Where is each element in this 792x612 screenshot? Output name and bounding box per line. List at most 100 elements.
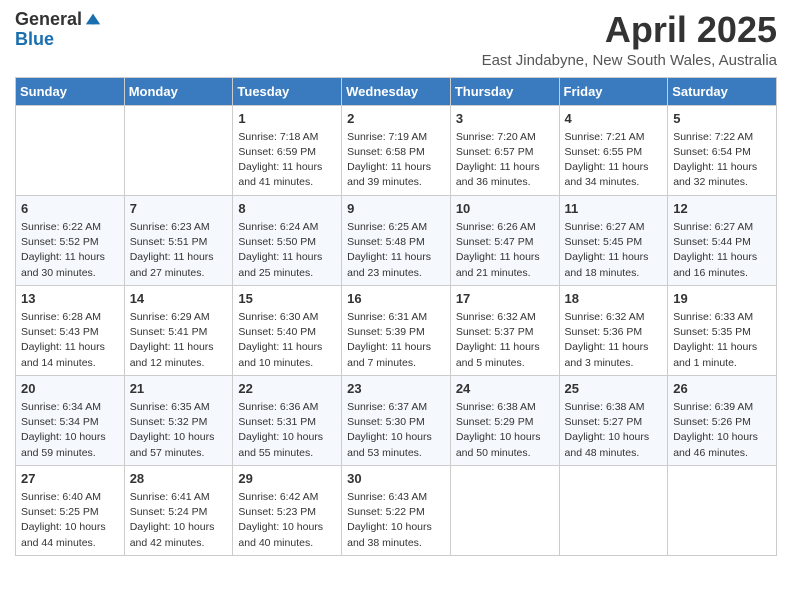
title-block: April 2025 East Jindabyne, New South Wal… <box>482 10 777 69</box>
day-number: 22 <box>238 380 336 398</box>
day-cell: 25 Sunrise: 6:38 AM Sunset: 5:27 PM Dayli… <box>559 375 668 465</box>
day-info: Sunrise: 6:25 AM Sunset: 5:48 PM Dayligh… <box>347 220 445 281</box>
day-cell: 22 Sunrise: 6:36 AM Sunset: 5:31 PM Dayli… <box>233 375 342 465</box>
day-info: Sunrise: 6:31 AM Sunset: 5:39 PM Dayligh… <box>347 310 445 371</box>
day-info: Sunrise: 6:34 AM Sunset: 5:34 PM Dayligh… <box>21 400 119 461</box>
day-number: 9 <box>347 200 445 218</box>
week-row-4: 20 Sunrise: 6:34 AM Sunset: 5:34 PM Dayli… <box>16 375 777 465</box>
day-cell <box>559 465 668 555</box>
day-number: 19 <box>673 290 771 308</box>
day-number: 1 <box>238 110 336 128</box>
day-info: Sunrise: 7:22 AM Sunset: 6:54 PM Dayligh… <box>673 130 771 191</box>
day-number: 5 <box>673 110 771 128</box>
day-number: 15 <box>238 290 336 308</box>
location-title: East Jindabyne, New South Wales, Austral… <box>482 52 777 69</box>
day-info: Sunrise: 6:29 AM Sunset: 5:41 PM Dayligh… <box>130 310 228 371</box>
day-number: 8 <box>238 200 336 218</box>
day-cell <box>668 465 777 555</box>
day-cell: 12 Sunrise: 6:27 AM Sunset: 5:44 PM Dayli… <box>668 195 777 285</box>
day-info: Sunrise: 6:27 AM Sunset: 5:45 PM Dayligh… <box>565 220 663 281</box>
day-cell: 16Sunrise: 6:31 AM Sunset: 5:39 PM Dayli… <box>342 285 451 375</box>
day-number: 13 <box>21 290 119 308</box>
day-cell: 30 Sunrise: 6:43 AM Sunset: 5:22 PM Dayli… <box>342 465 451 555</box>
day-cell <box>16 105 125 195</box>
day-info: Sunrise: 7:20 AM Sunset: 6:57 PM Dayligh… <box>456 130 554 191</box>
day-cell: 24Sunrise: 6:38 AM Sunset: 5:29 PM Dayli… <box>450 375 559 465</box>
day-number: 17 <box>456 290 554 308</box>
day-header-friday: Friday <box>559 77 668 105</box>
day-info: Sunrise: 6:41 AM Sunset: 5:24 PM Dayligh… <box>130 490 228 551</box>
day-info: Sunrise: 6:24 AM Sunset: 5:50 PM Dayligh… <box>238 220 336 281</box>
day-info: Sunrise: 6:42 AM Sunset: 5:23 PM Dayligh… <box>238 490 336 551</box>
day-cell: 17 Sunrise: 6:32 AM Sunset: 5:37 PM Dayli… <box>450 285 559 375</box>
week-row-3: 13 Sunrise: 6:28 AM Sunset: 5:43 PM Dayli… <box>16 285 777 375</box>
day-number: 30 <box>347 470 445 488</box>
day-cell: 10 Sunrise: 6:26 AM Sunset: 5:47 PM Dayli… <box>450 195 559 285</box>
day-info: Sunrise: 6:36 AM Sunset: 5:31 PM Dayligh… <box>238 400 336 461</box>
day-number: 27 <box>21 470 119 488</box>
day-cell: 21Sunrise: 6:35 AM Sunset: 5:32 PM Dayli… <box>124 375 233 465</box>
day-number: 12 <box>673 200 771 218</box>
day-cell: 7 Sunrise: 6:23 AM Sunset: 5:51 PM Daylig… <box>124 195 233 285</box>
day-cell: 6 Sunrise: 6:22 AM Sunset: 5:52 PM Daylig… <box>16 195 125 285</box>
day-number: 25 <box>565 380 663 398</box>
day-header-sunday: Sunday <box>16 77 125 105</box>
day-cell: 18Sunrise: 6:32 AM Sunset: 5:36 PM Dayli… <box>559 285 668 375</box>
day-info: Sunrise: 6:22 AM Sunset: 5:52 PM Dayligh… <box>21 220 119 281</box>
day-cell: 13 Sunrise: 6:28 AM Sunset: 5:43 PM Dayli… <box>16 285 125 375</box>
day-header-wednesday: Wednesday <box>342 77 451 105</box>
day-cell: 15 Sunrise: 6:30 AM Sunset: 5:40 PM Dayli… <box>233 285 342 375</box>
day-number: 2 <box>347 110 445 128</box>
week-row-1: 1Sunrise: 7:18 AM Sunset: 6:59 PM Daylig… <box>16 105 777 195</box>
day-number: 10 <box>456 200 554 218</box>
day-cell: 19 Sunrise: 6:33 AM Sunset: 5:35 PM Dayli… <box>668 285 777 375</box>
day-cell: 3 Sunrise: 7:20 AM Sunset: 6:57 PM Daylig… <box>450 105 559 195</box>
day-number: 14 <box>130 290 228 308</box>
day-number: 24 <box>456 380 554 398</box>
day-info: Sunrise: 6:38 AM Sunset: 5:27 PM Dayligh… <box>565 400 663 461</box>
day-info: Sunrise: 6:30 AM Sunset: 5:40 PM Dayligh… <box>238 310 336 371</box>
day-cell: 2 Sunrise: 7:19 AM Sunset: 6:58 PM Daylig… <box>342 105 451 195</box>
day-number: 23 <box>347 380 445 398</box>
day-header-monday: Monday <box>124 77 233 105</box>
day-cell <box>450 465 559 555</box>
day-header-saturday: Saturday <box>668 77 777 105</box>
month-title: April 2025 <box>482 10 777 50</box>
day-cell: 4 Sunrise: 7:21 AM Sunset: 6:55 PM Daylig… <box>559 105 668 195</box>
day-info: Sunrise: 6:28 AM Sunset: 5:43 PM Dayligh… <box>21 310 119 371</box>
day-number: 3 <box>456 110 554 128</box>
day-number: 6 <box>21 200 119 218</box>
day-info: Sunrise: 6:23 AM Sunset: 5:51 PM Dayligh… <box>130 220 228 281</box>
day-info: Sunrise: 6:26 AM Sunset: 5:47 PM Dayligh… <box>456 220 554 281</box>
day-cell: 28 Sunrise: 6:41 AM Sunset: 5:24 PM Dayli… <box>124 465 233 555</box>
week-row-5: 27Sunrise: 6:40 AM Sunset: 5:25 PM Dayli… <box>16 465 777 555</box>
day-header-thursday: Thursday <box>450 77 559 105</box>
logo-general-text: General <box>15 10 82 30</box>
day-number: 20 <box>21 380 119 398</box>
day-info: Sunrise: 6:27 AM Sunset: 5:44 PM Dayligh… <box>673 220 771 281</box>
day-cell: 11Sunrise: 6:27 AM Sunset: 5:45 PM Dayli… <box>559 195 668 285</box>
day-number: 29 <box>238 470 336 488</box>
day-header-tuesday: Tuesday <box>233 77 342 105</box>
day-cell: 1Sunrise: 7:18 AM Sunset: 6:59 PM Daylig… <box>233 105 342 195</box>
logo-icon <box>84 10 102 28</box>
header-row: SundayMondayTuesdayWednesdayThursdayFrid… <box>16 77 777 105</box>
day-number: 21 <box>130 380 228 398</box>
day-info: Sunrise: 7:19 AM Sunset: 6:58 PM Dayligh… <box>347 130 445 191</box>
day-info: Sunrise: 6:33 AM Sunset: 5:35 PM Dayligh… <box>673 310 771 371</box>
day-number: 26 <box>673 380 771 398</box>
day-cell: 9 Sunrise: 6:25 AM Sunset: 5:48 PM Daylig… <box>342 195 451 285</box>
day-info: Sunrise: 6:43 AM Sunset: 5:22 PM Dayligh… <box>347 490 445 551</box>
logo-blue-text: Blue <box>15 29 54 49</box>
day-number: 28 <box>130 470 228 488</box>
day-cell: 14 Sunrise: 6:29 AM Sunset: 5:41 PM Dayli… <box>124 285 233 375</box>
day-number: 4 <box>565 110 663 128</box>
day-info: Sunrise: 6:39 AM Sunset: 5:26 PM Dayligh… <box>673 400 771 461</box>
day-number: 7 <box>130 200 228 218</box>
week-row-2: 6 Sunrise: 6:22 AM Sunset: 5:52 PM Daylig… <box>16 195 777 285</box>
day-info: Sunrise: 6:37 AM Sunset: 5:30 PM Dayligh… <box>347 400 445 461</box>
day-info: Sunrise: 6:32 AM Sunset: 5:37 PM Dayligh… <box>456 310 554 371</box>
day-cell: 29 Sunrise: 6:42 AM Sunset: 5:23 PM Dayli… <box>233 465 342 555</box>
day-number: 18 <box>565 290 663 308</box>
day-info: Sunrise: 7:21 AM Sunset: 6:55 PM Dayligh… <box>565 130 663 191</box>
